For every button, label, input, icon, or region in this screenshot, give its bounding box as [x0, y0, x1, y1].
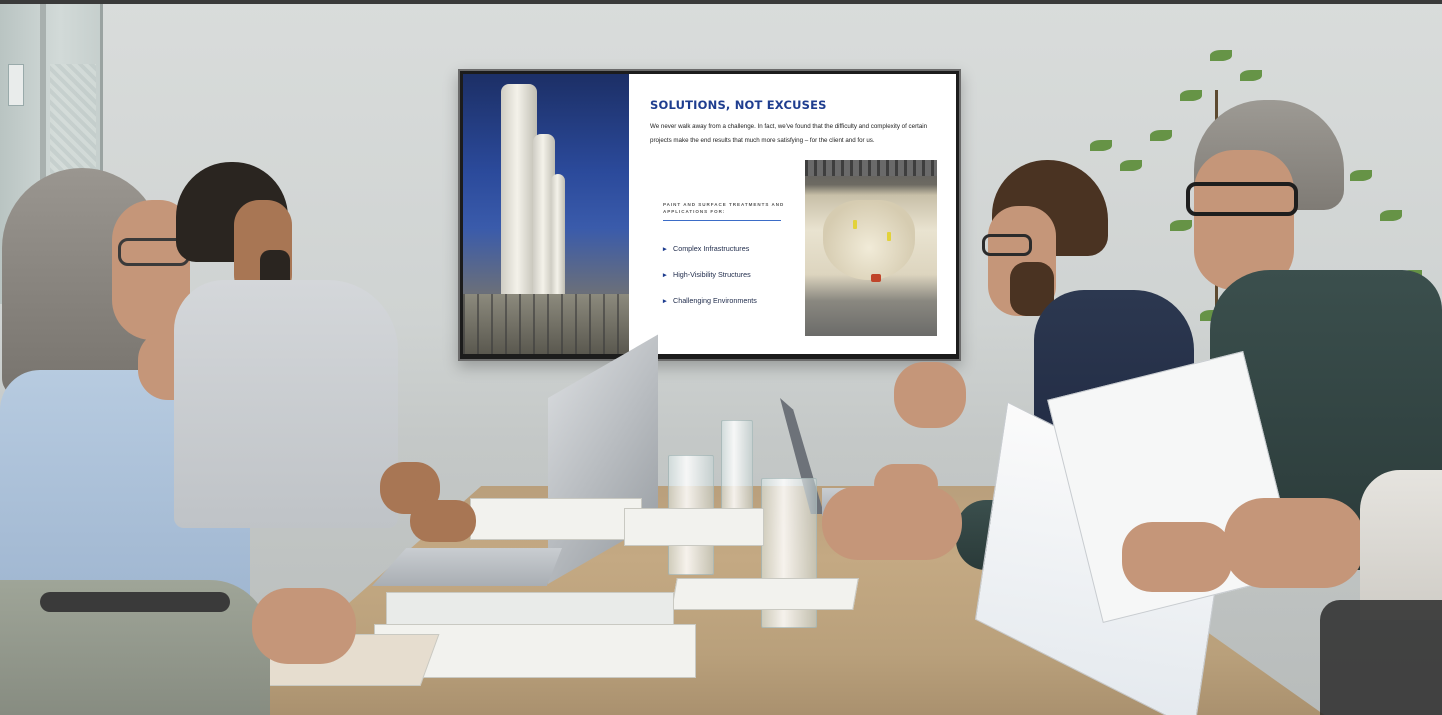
eyeglasses	[982, 234, 1032, 256]
frosted-glass-pattern	[50, 64, 96, 184]
chair	[40, 592, 230, 612]
presentation-slide: SOLUTIONS, NOT EXCUSES We never walk awa…	[463, 74, 956, 354]
water-glass	[721, 420, 753, 512]
subheading-divider	[663, 220, 781, 221]
door-handle	[8, 64, 24, 106]
bullet-item: ▸ Complex Infrastructures	[663, 244, 750, 253]
pool-coating-photo	[805, 160, 937, 336]
chevron-right-icon: ▸	[663, 270, 667, 279]
eyeglasses	[1186, 182, 1298, 216]
grey-haired-man-face	[1194, 150, 1294, 290]
storage-tower-photo	[463, 74, 629, 354]
reading-hand	[1122, 522, 1232, 592]
foreground-sleeve-right	[1360, 470, 1442, 620]
slide-bullet-list: ▸ Complex Infrastructures ▸ High-Visibilit…	[663, 244, 757, 322]
reading-hand	[1224, 498, 1364, 588]
image-border	[0, 0, 1442, 4]
hand-on-table	[822, 486, 962, 560]
bullet-item: ▸ High-Visibility Structures	[663, 270, 751, 279]
foreground-hand	[252, 588, 356, 664]
chevron-right-icon: ▸	[663, 244, 667, 253]
papers	[470, 498, 642, 540]
papers	[624, 508, 764, 546]
chair	[1320, 600, 1442, 715]
notebook	[671, 578, 859, 610]
wall-tv: SOLUTIONS, NOT EXCUSES We never walk awa…	[458, 69, 961, 361]
slide-subheading: PAINT AND SURFACE TREATMENTS AND APPLICA…	[663, 202, 785, 214]
meeting-room-scene: SOLUTIONS, NOT EXCUSES We never walk awa…	[0, 0, 1442, 715]
gesturing-hand	[894, 362, 966, 428]
laptop-base	[372, 548, 562, 586]
man-shirt	[174, 280, 398, 528]
chevron-right-icon: ▸	[663, 296, 667, 305]
man-hand-writing	[410, 500, 476, 542]
slide-title: SOLUTIONS, NOT EXCUSES	[650, 98, 827, 112]
slide-body-text: We never walk away from a challenge. In …	[650, 123, 928, 144]
bullet-item: ▸ Challenging Environments	[663, 296, 757, 305]
